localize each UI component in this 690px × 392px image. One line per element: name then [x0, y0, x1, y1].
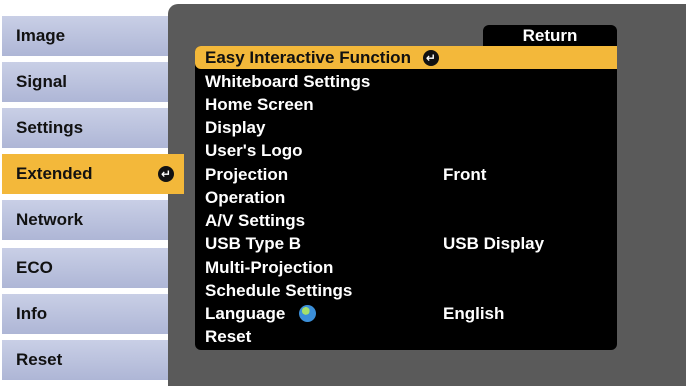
tab-label: ECO [16, 258, 53, 277]
tab-eco[interactable]: ECO [2, 248, 180, 288]
menu-item-label: Projection [205, 164, 289, 184]
menu-item-home-screen[interactable]: Home Screen [195, 93, 617, 116]
globe-icon [299, 305, 317, 322]
menu-item-label: Language [205, 303, 286, 323]
menu-item-label: Operation [205, 187, 286, 207]
tab-reset[interactable]: Reset [2, 340, 180, 380]
menu-item-label: USB Type B [205, 233, 302, 253]
menu-item-multi-projection[interactable]: Multi-Projection [195, 256, 617, 279]
menu-item-whiteboard-settings[interactable]: Whiteboard Settings [195, 70, 617, 93]
menu-item-easy-interactive-function[interactable]: Easy Interactive Function ↵ [195, 46, 617, 69]
menu-item-usb-type-b[interactable]: USB Type B USB Display [195, 232, 617, 255]
menu-item-label: User's Logo [205, 140, 303, 160]
tab-label: Signal [16, 72, 68, 91]
tab-image[interactable]: Image [2, 16, 180, 56]
menu-item-label: Whiteboard Settings [205, 71, 371, 91]
menu-item-label: Display [205, 117, 266, 137]
tab-label: Extended [16, 164, 93, 183]
menu-item-value: Front [443, 164, 487, 184]
enter-icon: ↵ [158, 166, 174, 182]
menu-item-av-settings[interactable]: A/V Settings [195, 209, 617, 232]
enter-icon: ↵ [422, 49, 439, 66]
menu-item-label: Multi-Projection [205, 257, 334, 277]
menu-item-label: Easy Interactive Function [205, 47, 411, 67]
menu-item-reset[interactable]: Reset [195, 325, 617, 348]
tab-label: Settings [16, 118, 84, 137]
tab-label: Info [16, 304, 48, 323]
tab-settings[interactable]: Settings [2, 108, 180, 148]
menu-item-display[interactable]: Display [195, 116, 617, 139]
menu-item-value: English [443, 303, 505, 323]
menu-item-language[interactable]: Language English [195, 302, 617, 325]
sidebar: Image Signal Settings Extended ↵ Network… [0, 0, 184, 392]
menu-item-schedule-settings[interactable]: Schedule Settings [195, 279, 617, 302]
menu-item-operation[interactable]: Operation [195, 186, 617, 209]
tab-label: Image [16, 26, 66, 45]
return-label: Return [522, 25, 578, 45]
tab-info[interactable]: Info [2, 294, 180, 334]
tab-extended[interactable]: Extended ↵ [2, 154, 184, 194]
tab-label: Network [16, 210, 84, 229]
menu-item-label: Home Screen [205, 94, 314, 114]
menu-item-label: Schedule Settings [205, 280, 353, 300]
menu-item-value: USB Display [443, 233, 545, 253]
menu-item-label: A/V Settings [205, 210, 306, 230]
menu-item-users-logo[interactable]: User's Logo [195, 139, 617, 162]
menu-item-projection[interactable]: Projection Front [195, 163, 617, 186]
return-button[interactable]: Return [483, 25, 617, 46]
menu-item-label: Reset [205, 326, 252, 346]
tab-signal[interactable]: Signal [2, 62, 180, 102]
tab-network[interactable]: Network [2, 200, 180, 240]
tab-label: Reset [16, 350, 63, 369]
